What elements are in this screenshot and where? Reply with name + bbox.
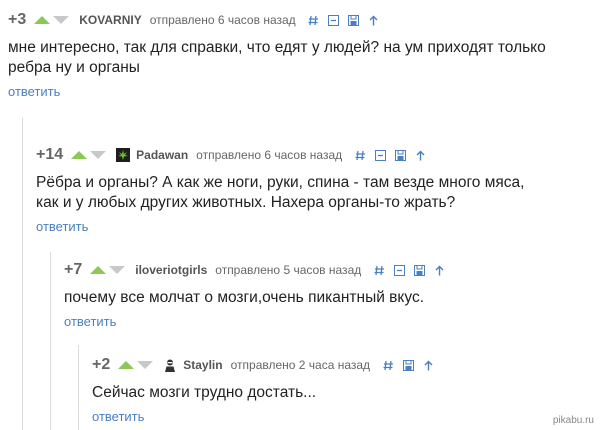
thread-line	[50, 252, 51, 430]
comment-header: +2 Staylin отправлено 2 часа назад	[92, 355, 552, 375]
comment-header: +7 iloveriotgirls отправлено 5 часов наз…	[64, 260, 584, 280]
vote-down-icon[interactable]	[109, 266, 126, 274]
comment: +14 Padawan отправлено 6 часов назад Рёб…	[36, 145, 576, 236]
save-icon[interactable]	[413, 264, 425, 276]
comment: +2 Staylin отправлено 2 часа назад Сейча…	[92, 355, 552, 426]
author-name[interactable]: Padawan	[136, 148, 188, 162]
comment-text: почему все молчат о мозги,очень пикантны…	[64, 289, 425, 306]
post-time: отправлено 5 часов назад	[215, 263, 362, 277]
vote-down-icon[interactable]	[90, 151, 107, 159]
thread-line	[78, 345, 79, 430]
comment: +3 KOVARNIY отправлено 6 часов назад мне…	[8, 10, 588, 101]
vote-up-icon[interactable]	[90, 266, 107, 274]
comment-text: мне интересно, так для справки, что едят…	[8, 39, 546, 76]
hash-link-icon[interactable]	[354, 149, 366, 161]
vote-up-icon[interactable]	[118, 361, 135, 369]
comment-header: +14 Padawan отправлено 6 часов назад	[36, 145, 576, 165]
hash-link-icon[interactable]	[308, 14, 320, 26]
comment-rating: +3	[8, 11, 27, 28]
parent-arrow-icon[interactable]	[414, 149, 426, 161]
comment-tools	[382, 359, 434, 371]
vote-down-icon[interactable]	[137, 361, 154, 369]
vote-up-icon[interactable]	[71, 151, 88, 159]
collapse-icon[interactable]	[393, 264, 405, 276]
comment-text: Рёбра и органы? А как же ноги, руки, спи…	[36, 174, 525, 211]
watermark: pikabu.ru	[552, 415, 594, 426]
comment-rating: +14	[36, 146, 64, 163]
parent-arrow-icon[interactable]	[422, 359, 434, 371]
post-time: отправлено 2 часа назад	[230, 358, 371, 372]
comment-rating: +7	[64, 261, 83, 278]
post-time: отправлено 6 часов назад	[196, 148, 343, 162]
comment-tools	[308, 14, 380, 26]
reply-link[interactable]: ответить	[36, 219, 88, 234]
parent-arrow-icon[interactable]	[433, 264, 445, 276]
collapse-icon[interactable]	[374, 149, 386, 161]
vote-down-icon[interactable]	[53, 16, 70, 24]
comment-tools	[354, 149, 426, 161]
comment: +7 iloveriotgirls отправлено 5 часов наз…	[64, 260, 584, 331]
post-time: отправлено 6 часов назад	[149, 13, 296, 27]
hash-link-icon[interactable]	[382, 359, 394, 371]
comment-rating: +2	[92, 356, 111, 373]
save-icon[interactable]	[348, 14, 360, 26]
parent-arrow-icon[interactable]	[368, 14, 380, 26]
thread-line	[22, 118, 23, 430]
hash-link-icon[interactable]	[373, 264, 385, 276]
avatar[interactable]	[163, 358, 178, 372]
save-icon[interactable]	[402, 359, 414, 371]
save-icon[interactable]	[394, 149, 406, 161]
author-name[interactable]: iloveriotgirls	[135, 263, 207, 277]
collapse-icon[interactable]	[328, 14, 340, 26]
avatar[interactable]	[116, 148, 131, 162]
author-name[interactable]: Staylin	[183, 358, 222, 372]
reply-link[interactable]: ответить	[92, 409, 144, 424]
comment-text: Сейчас мозги трудно достать...	[92, 384, 317, 401]
comment-header: +3 KOVARNIY отправлено 6 часов назад	[8, 10, 588, 30]
reply-link[interactable]: ответить	[64, 314, 116, 329]
comment-tools	[373, 264, 445, 276]
reply-link[interactable]: ответить	[8, 84, 60, 99]
author-name[interactable]: KOVARNIY	[79, 13, 141, 27]
vote-up-icon[interactable]	[34, 16, 51, 24]
